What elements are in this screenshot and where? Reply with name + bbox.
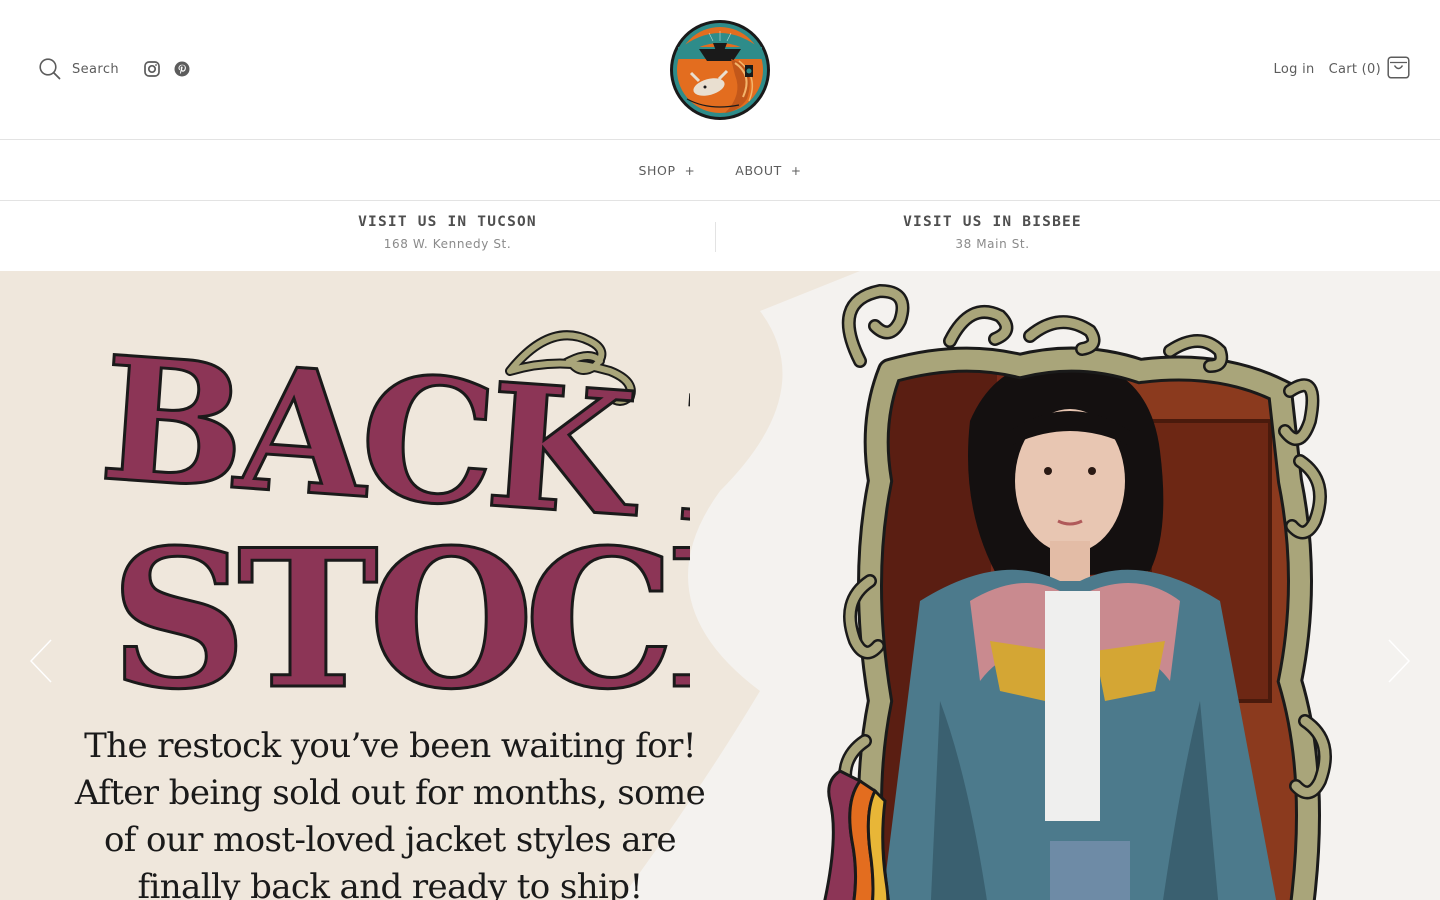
hero-headline: BACK IN STOCK xyxy=(93,318,690,721)
main-nav: SHOP + ABOUT + xyxy=(0,141,1440,201)
location-title: VISIT US IN BISBEE xyxy=(903,214,1082,230)
search-link[interactable]: Search xyxy=(39,58,119,80)
hero-slideshow[interactable]: BACK IN STOCK The restock you’ve been wa… xyxy=(0,271,1440,900)
hero-framed-photo xyxy=(823,283,1332,900)
location-title: VISIT US IN TUCSON xyxy=(358,214,537,230)
slideshow-next-arrow-icon[interactable] xyxy=(1384,636,1414,686)
nav-item-shop[interactable]: SHOP + xyxy=(639,163,696,178)
location-tucson[interactable]: VISIT US IN TUCSON 168 W. Kennedy St. xyxy=(0,202,720,271)
logo-emblem-icon xyxy=(670,20,770,120)
nav-item-label: SHOP xyxy=(638,163,676,178)
cart-link[interactable]: Cart (0) xyxy=(1328,55,1410,83)
search-label: Search xyxy=(72,61,120,77)
expand-plus-icon: + xyxy=(790,163,802,178)
location-divider xyxy=(715,222,716,252)
social-links xyxy=(143,60,203,78)
nav-item-about[interactable]: ABOUT + xyxy=(735,163,801,178)
location-address: 168 W. Kennedy St. xyxy=(383,237,512,251)
store-logo[interactable] xyxy=(669,19,771,121)
slideshow-prev-arrow-icon[interactable] xyxy=(26,636,56,686)
instagram-icon[interactable] xyxy=(143,60,161,78)
hero-copy-line: finally back and ready to ship! xyxy=(137,867,643,900)
header-left: Search xyxy=(39,58,203,80)
hero-copy-line: After being sold out for months, some xyxy=(74,773,706,813)
cart-label: Cart (0) xyxy=(1328,61,1381,77)
nav-item-label: ABOUT xyxy=(735,163,782,178)
pinterest-icon[interactable] xyxy=(173,60,191,78)
hero-copy: The restock you’ve been waiting for! Aft… xyxy=(40,723,740,900)
store-locations-bar: VISIT US IN TUCSON 168 W. Kennedy St. VI… xyxy=(0,202,1440,271)
hero-headline-line2: STOCK xyxy=(110,508,690,721)
location-address: 38 Main St. xyxy=(955,237,1030,251)
hero-copy-line: of our most-loved jacket styles are xyxy=(103,820,677,860)
site-header: Search Log in Cart (0) xyxy=(0,0,1440,140)
login-link[interactable]: Log in xyxy=(1274,62,1315,77)
header-right: Log in Cart (0) xyxy=(1274,55,1410,83)
hero-copy-line: The restock you’ve been waiting for! xyxy=(84,726,696,766)
shopping-bag-icon xyxy=(1387,55,1410,83)
location-bisbee[interactable]: VISIT US IN BISBEE 38 Main St. xyxy=(720,202,1440,271)
search-icon xyxy=(39,58,61,80)
expand-plus-icon: + xyxy=(684,163,696,178)
